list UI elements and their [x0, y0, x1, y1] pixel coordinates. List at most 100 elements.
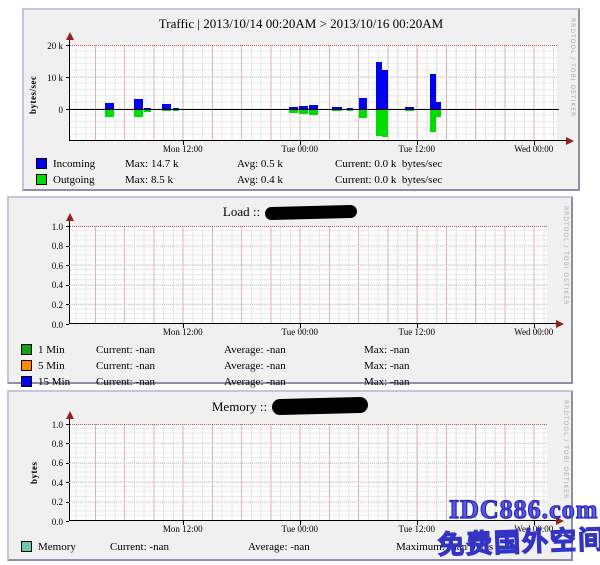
x-axis-tick-label: Tue 00:00: [282, 327, 318, 337]
legend-stat: Current: -nan: [110, 541, 248, 553]
x-axis-tick-label: Tue 00:00: [282, 144, 318, 154]
load-graph-panel[interactable]: Load :: Mon 12:00Tue 00:00Tue 12:00Wed 0…: [7, 196, 573, 384]
incoming-bar: [436, 102, 441, 109]
y-axis-tick: [66, 77, 69, 78]
y-axis-tick-label: 10 k: [23, 73, 63, 83]
legend-label: Incoming: [53, 158, 125, 170]
x-axis-tick: [534, 324, 535, 328]
x-axis-tick-label: Tue 12:00: [399, 327, 435, 337]
gridline-top: [69, 424, 547, 425]
x-axis-tick-label: Wed 00:00: [514, 144, 553, 154]
outgoing-bar: [173, 110, 179, 111]
outgoing-bar: [299, 110, 308, 114]
traffic-plot-area: Mon 12:00Tue 00:00Tue 12:00Wed 00:0020 k…: [69, 45, 557, 141]
y-axis-tick-label: 0.2: [23, 497, 63, 507]
memory-title-text: Memory ::: [212, 399, 267, 414]
x-axis-tick: [300, 324, 301, 328]
legend-stat: Max: -nan: [364, 344, 410, 356]
x-axis-tick: [417, 141, 418, 145]
x-axis-tick: [183, 521, 184, 525]
x-axis-tick: [534, 141, 535, 145]
x-axis-tick: [417, 324, 418, 328]
outgoing-bar: [289, 110, 298, 113]
legend-row: OutgoingMax: 8.5 kAvg: 0.4 kCurrent: 0.0…: [36, 173, 442, 186]
x-axis-tick: [183, 141, 184, 145]
y-axis-arrow-icon: [66, 411, 74, 419]
legend-label: 1 Min: [38, 344, 96, 356]
y-axis-tick-label: 1.0: [23, 420, 63, 430]
legend-label: 5 Min: [38, 360, 96, 372]
x-axis-tick-label: Tue 12:00: [399, 524, 435, 534]
legend-stat: Max: -nan: [364, 360, 410, 372]
legend-stat: Current: -nan: [96, 376, 224, 388]
y-axis-tick-label: 0.6: [23, 458, 63, 468]
x-axis-tick: [300, 141, 301, 145]
y-axis-tick-label: 0.4: [23, 280, 63, 290]
incoming-bar: [162, 104, 171, 109]
legend-row: IncomingMax: 14.7 kAvg: 0.5 kCurrent: 0.…: [36, 157, 442, 170]
x-axis-tick-label: Tue 12:00: [399, 144, 435, 154]
y-axis-tick-label: 20 k: [23, 41, 63, 51]
outgoing-bar: [105, 110, 114, 117]
legend-label: Outgoing: [53, 174, 125, 186]
x-axis-tick-label: Mon 12:00: [163, 524, 203, 534]
rrdtool-watermark: RRDTOOL / TOBI OETIKER: [562, 400, 569, 499]
x-axis: [69, 323, 556, 324]
y-axis-tick: [66, 109, 69, 110]
gridline-top: [69, 226, 547, 227]
gridline: [69, 482, 547, 483]
x-axis-arrow-icon: [566, 137, 574, 145]
incoming-bar: [144, 108, 151, 109]
gridline: [69, 304, 547, 305]
traffic-graph-panel[interactable]: Traffic | 2013/10/14 00:20AM > 2013/10/1…: [22, 8, 580, 191]
x-axis-tick-label: Mon 12:00: [163, 327, 203, 337]
incoming-bar: [289, 107, 298, 109]
legend-swatch: [21, 541, 32, 552]
redacted-hostname: [265, 205, 357, 220]
x-axis-arrow-icon: [556, 320, 564, 328]
x-axis-tick: [183, 324, 184, 328]
outgoing-bar: [359, 110, 367, 118]
gridline: [69, 246, 547, 247]
y-axis-tick-label: 0.0: [23, 320, 63, 330]
gridline: [69, 285, 547, 286]
x-axis: [69, 140, 566, 141]
y-axis-tick: [66, 521, 69, 522]
traffic-title-text: Traffic | 2013/10/14 00:20AM > 2013/10/1…: [159, 16, 443, 31]
y-axis-tick: [66, 45, 69, 46]
x-axis-tick-label: Tue 00:00: [282, 524, 318, 534]
incoming-bar: [359, 98, 367, 109]
incoming-bar: [382, 70, 388, 109]
x-axis-tick: [417, 521, 418, 525]
legend-stat: Max: 8.5 k: [125, 174, 237, 186]
incoming-bar: [405, 107, 414, 109]
memory-legend: MemoryCurrent: -nanAverage: -nanMaximum:…: [21, 540, 493, 556]
legend-stat: Current: -nan: [96, 360, 224, 372]
legend-stat: Current: -nan: [96, 344, 224, 356]
outgoing-bar: [436, 110, 441, 117]
outgoing-bar: [162, 110, 171, 111]
rrdtool-watermark: RRDTOOL / TOBI OETIKER: [569, 18, 576, 117]
gridline-top: [69, 45, 557, 46]
y-axis-tick: [66, 324, 69, 325]
legend-stat: Max: 14.7 k: [125, 158, 237, 170]
traffic-legend: IncomingMax: 14.7 kAvg: 0.5 kCurrent: 0.…: [36, 157, 442, 189]
legend-swatch: [21, 344, 32, 355]
x-axis-tick: [300, 521, 301, 525]
incoming-bar: [134, 99, 143, 109]
legend-stat: Avg: 0.5 k: [237, 158, 335, 170]
legend-label: 15 Min: [38, 376, 96, 388]
site-watermark-slogan: 免费国外空间: [437, 519, 600, 562]
y-axis-arrow-icon: [66, 213, 74, 221]
monitoring-graphs-page: { "page": { "watermark_vertical": "RRDTO…: [0, 0, 600, 565]
legend-row: MemoryCurrent: -nanAverage: -nanMaximum:…: [21, 540, 493, 553]
legend-stat: Average: -nan: [248, 541, 396, 553]
incoming-bar: [347, 108, 354, 109]
redacted-hostname: [272, 397, 368, 416]
outgoing-bar: [144, 110, 151, 112]
y-axis: [69, 39, 70, 141]
traffic-graph-title: Traffic | 2013/10/14 00:20AM > 2013/10/1…: [24, 16, 578, 32]
gridline: [69, 265, 547, 266]
x-axis-tick-label: Wed 00:00: [514, 327, 553, 337]
gridline: [69, 443, 547, 444]
